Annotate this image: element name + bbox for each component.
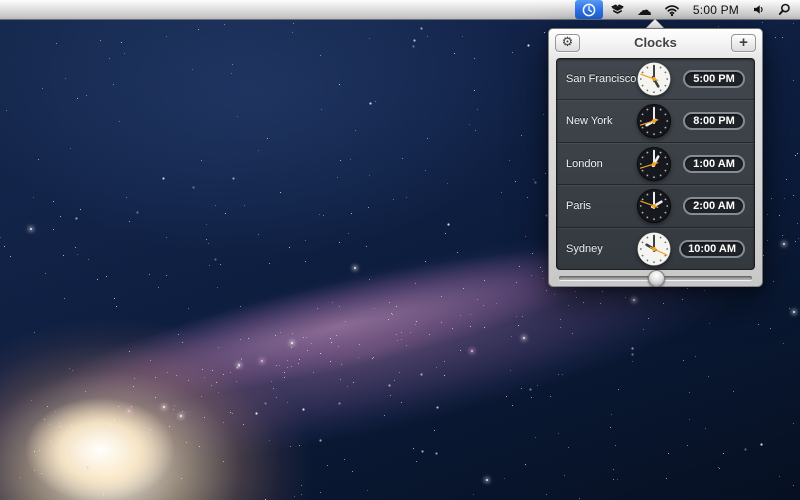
screen: ☁ 5:00 PM <box>0 0 800 500</box>
cloud-icon[interactable]: ☁ <box>631 0 658 19</box>
popover-arrow <box>646 19 664 28</box>
analog-clock <box>636 188 672 224</box>
time-pill: 8:00 PM <box>683 112 745 130</box>
gear-icon: ⚙ <box>562 36 574 49</box>
city-label: Paris <box>566 200 636 212</box>
menu-bar: ☁ 5:00 PM <box>0 0 800 20</box>
cloud-glyph: ☁ <box>637 3 652 17</box>
analog-clock <box>636 103 672 139</box>
analog-clock <box>636 146 672 182</box>
clock-list: San Francisco 5:00 PM New York 8:00 PM Londo… <box>556 58 755 270</box>
menubar-clocks-icon[interactable] <box>575 0 603 19</box>
wifi-icon[interactable] <box>658 0 686 19</box>
spotlight-icon[interactable] <box>771 0 800 19</box>
panel-header: ⚙ Clocks + <box>549 29 762 55</box>
clock-icon <box>581 2 597 18</box>
speaker-icon <box>752 3 765 16</box>
analog-clock <box>636 231 672 267</box>
nebula-haze <box>0 0 600 300</box>
add-clock-button[interactable]: + <box>731 34 756 52</box>
city-label: Sydney <box>566 243 636 255</box>
time-slider[interactable] <box>559 270 752 286</box>
panel-footer <box>549 270 762 286</box>
city-label: San Francisco <box>566 73 636 85</box>
panel-title: Clocks <box>580 35 731 50</box>
dropbox-icon[interactable] <box>604 0 631 19</box>
city-label: London <box>566 158 636 170</box>
magnifier-icon <box>777 3 791 17</box>
clock-row[interactable]: San Francisco 5:00 PM <box>557 59 754 100</box>
city-label: New York <box>566 115 636 127</box>
galaxy-core <box>0 380 200 500</box>
dropbox-box-icon <box>610 2 625 17</box>
clock-row[interactable]: London 1:00 AM <box>557 143 754 185</box>
time-pill: 10:00 AM <box>679 240 745 258</box>
clock-row[interactable]: Sydney 10:00 AM <box>557 228 754 269</box>
time-pill: 1:00 AM <box>683 155 745 173</box>
time-pill: 2:00 AM <box>683 197 745 215</box>
time-slider-thumb[interactable] <box>648 270 665 287</box>
plus-icon: + <box>739 36 748 49</box>
galaxy-core-glow <box>0 290 350 500</box>
settings-button[interactable]: ⚙ <box>555 34 580 52</box>
clock-row[interactable]: New York 8:00 PM <box>557 100 754 142</box>
volume-icon[interactable] <box>746 0 771 19</box>
time-pill: 5:00 PM <box>683 70 745 88</box>
menubar-clock-time[interactable]: 5:00 PM <box>686 0 746 19</box>
clocks-panel: ⚙ Clocks + San Francisco 5:00 PM New York 8… <box>548 28 763 287</box>
analog-clock <box>636 61 672 97</box>
wifi-waves-icon <box>664 2 680 17</box>
clock-row[interactable]: Paris 2:00 AM <box>557 185 754 227</box>
